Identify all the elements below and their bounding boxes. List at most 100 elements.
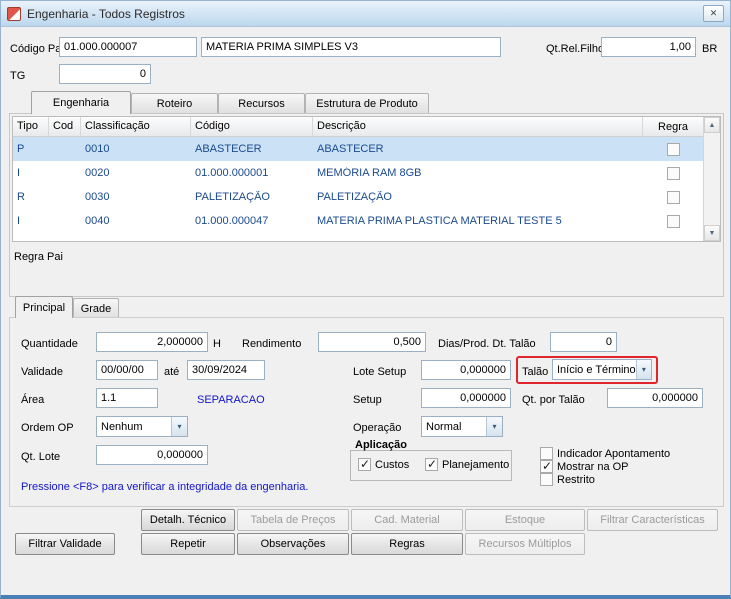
setup-label: Setup — [353, 393, 382, 407]
operacao-label: Operação — [353, 421, 401, 435]
quantidade-input[interactable] — [96, 332, 208, 352]
table-row[interactable]: P 0010 ABASTECER ABASTECER — [13, 137, 703, 161]
qt-lote-input[interactable] — [96, 445, 208, 465]
column-header-classificacao[interactable]: Classificação — [81, 117, 191, 136]
column-header-tipo[interactable]: Tipo — [13, 117, 49, 136]
unidade-label: BR — [702, 42, 717, 56]
tab-grade[interactable]: Grade — [73, 298, 119, 318]
restrito-label: Restrito — [557, 474, 595, 486]
custos-label: Custos — [375, 459, 409, 471]
column-header-codigo[interactable]: Código — [191, 117, 313, 136]
regra-checkbox[interactable] — [667, 167, 680, 180]
cell-codigo: PALETIZAÇÃO — [191, 191, 313, 203]
grid-scrollbar[interactable]: ▲ ▼ — [703, 117, 720, 241]
cell-descricao: MATERIA PRIMA PLASTICA MATERIAL TESTE 5 — [313, 215, 643, 227]
custos-checkbox[interactable] — [358, 458, 371, 471]
validade-ate-input[interactable] — [187, 360, 265, 380]
setup-input[interactable] — [421, 388, 511, 408]
observacoes-button[interactable]: Observações — [237, 533, 349, 555]
ate-label: até — [164, 365, 179, 379]
f8-hint-text: Pressione <F8> para verificar a integrid… — [21, 480, 308, 494]
scroll-up-icon[interactable]: ▲ — [704, 117, 720, 133]
restrito-checkbox[interactable] — [540, 473, 553, 486]
lote-setup-label: Lote Setup — [353, 365, 406, 379]
qt-por-talao-input[interactable] — [607, 388, 703, 408]
cell-classificacao: 0040 — [81, 215, 191, 227]
cell-classificacao: 0030 — [81, 191, 191, 203]
qt-por-talao-label: Qt. por Talão — [522, 393, 585, 407]
cad-material-button: Cad. Material — [351, 509, 463, 531]
restrito-checkbox-row[interactable]: Restrito — [540, 473, 595, 486]
cell-codigo: ABASTECER — [191, 143, 313, 155]
cell-descricao: MEMÓRIA RAM 8GB — [313, 167, 643, 179]
tg-input[interactable] — [59, 64, 151, 84]
dias-prod-label: Dias/Prod. Dt. Talão — [438, 337, 536, 351]
detalh-tecnico-button[interactable]: Detalh. Técnico — [141, 509, 235, 531]
tab-engenharia[interactable]: Engenharia — [31, 91, 131, 114]
ordem-op-select-value: Nenhum — [101, 421, 143, 433]
area-label: Área — [21, 393, 44, 407]
regra-pai-label: Regra Pai — [14, 250, 63, 264]
cell-tipo: I — [13, 215, 49, 227]
descricao-pai-input[interactable] — [201, 37, 501, 57]
regra-checkbox[interactable] — [667, 191, 680, 204]
chevron-down-icon: ▾ — [636, 360, 651, 379]
operacao-select-value: Normal — [426, 421, 461, 433]
filtrar-validade-button[interactable]: Filtrar Validade — [15, 533, 115, 555]
tab-principal[interactable]: Principal — [15, 296, 73, 318]
cell-descricao: ABASTECER — [313, 143, 643, 155]
engenharia-grid: Tipo Cod Classificação Código Descrição … — [12, 116, 721, 242]
tab-recursos[interactable]: Recursos — [218, 93, 305, 113]
qt-rel-filho-label: Qt.Rel.Filho — [546, 42, 604, 56]
column-header-cod[interactable]: Cod — [49, 117, 81, 136]
cell-tipo: I — [13, 167, 49, 179]
regra-checkbox[interactable] — [667, 215, 680, 228]
cell-tipo: R — [13, 191, 49, 203]
talao-select[interactable]: Início e Término ▾ — [552, 359, 652, 380]
tg-label: TG — [10, 69, 25, 83]
cell-classificacao: 0010 — [81, 143, 191, 155]
engenharia-window: Engenharia - Todos Registros ✕ Código Pa… — [0, 0, 731, 599]
qt-rel-filho-input[interactable] — [601, 37, 696, 57]
custos-checkbox-row[interactable]: Custos — [358, 458, 409, 471]
close-button[interactable]: ✕ — [703, 5, 724, 22]
ordem-op-label: Ordem OP — [21, 421, 74, 435]
mostrar-na-op-label: Mostrar na OP — [557, 461, 629, 473]
planejamento-checkbox-row[interactable]: Planejamento — [425, 458, 509, 471]
tab-estrutura-de-produto[interactable]: Estrutura de Produto — [305, 93, 429, 113]
planejamento-checkbox[interactable] — [425, 458, 438, 471]
indicador-apontamento-label: Indicador Apontamento — [557, 448, 670, 460]
validade-input[interactable] — [96, 360, 158, 380]
regra-checkbox[interactable] — [667, 143, 680, 156]
chevron-down-icon: ▾ — [171, 417, 187, 436]
aplicacao-group-label: Aplicação — [355, 438, 407, 452]
cell-tipo: P — [13, 143, 49, 155]
mostrar-na-op-checkbox[interactable] — [540, 460, 553, 473]
codigo-pai-label: Código Pai — [10, 42, 64, 56]
window-title: Engenharia - Todos Registros — [27, 7, 185, 21]
table-row[interactable]: R 0030 PALETIZAÇÃO PALETIZAÇÃO — [13, 185, 703, 209]
codigo-pai-input[interactable] — [59, 37, 197, 57]
regras-button[interactable]: Regras — [351, 533, 463, 555]
dias-prod-input[interactable] — [550, 332, 617, 352]
rendimento-input[interactable] — [318, 332, 426, 352]
table-row[interactable]: I 0020 01.000.000001 MEMÓRIA RAM 8GB — [13, 161, 703, 185]
repetir-button[interactable]: Repetir — [141, 533, 235, 555]
lote-setup-input[interactable] — [421, 360, 511, 380]
grid-body: Tipo Cod Classificação Código Descrição … — [13, 117, 703, 241]
column-header-descricao[interactable]: Descrição — [313, 117, 643, 136]
mostrar-na-op-checkbox-row[interactable]: Mostrar na OP — [540, 460, 629, 473]
ordem-op-select[interactable]: Nenhum ▾ — [96, 416, 188, 437]
quantidade-unit-label: H — [213, 337, 221, 351]
scroll-down-icon[interactable]: ▼ — [704, 225, 720, 241]
table-row[interactable]: I 0040 01.000.000047 MATERIA PRIMA PLAST… — [13, 209, 703, 233]
operacao-select[interactable]: Normal ▾ — [421, 416, 503, 437]
column-header-regra[interactable]: Regra — [643, 117, 703, 136]
quantidade-label: Quantidade — [21, 337, 78, 351]
area-input[interactable] — [96, 388, 158, 408]
grid-header-row: Tipo Cod Classificação Código Descrição … — [13, 117, 703, 137]
indicador-apontamento-checkbox-row[interactable]: Indicador Apontamento — [540, 447, 670, 460]
tab-roteiro[interactable]: Roteiro — [131, 93, 218, 113]
rendimento-label: Rendimento — [242, 337, 301, 351]
area-descricao-label: SEPARACAO — [197, 393, 265, 407]
